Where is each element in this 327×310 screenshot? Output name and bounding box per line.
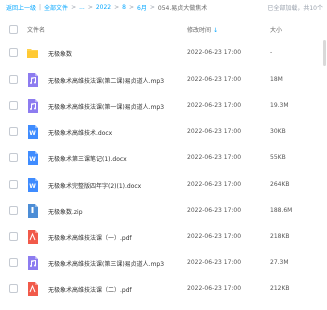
file-modified: 2022-06-23 17:00 [187,207,242,214]
file-row[interactable]: 无极象术高维技法课（一）.pdf 2022-06-23 17:00 218KB [0,224,327,250]
breadcrumb-separator: > [71,4,77,11]
file-modified: 2022-06-23 17:00 [187,285,242,292]
svg-text:W: W [29,156,36,163]
breadcrumb-june[interactable]: 6月 [137,3,147,12]
file-modified: 2022-06-23 17:00 [187,154,242,161]
file-size: 188.6M [270,207,293,214]
file-modified: 2022-06-23 17:00 [187,259,242,266]
word-icon: W [27,177,38,192]
file-modified: 2022-06-23 17:00 [187,76,242,83]
loaded-status: 已全部加载，共10个 [267,5,323,12]
breadcrumb-ellipsis[interactable]: ... [79,4,85,11]
sort-down-icon[interactable]: ↓ [213,27,218,34]
audio-icon [27,72,38,87]
row-checkbox[interactable] [9,180,18,189]
row-checkbox[interactable] [9,284,18,293]
file-size: 19.3M [270,102,289,109]
file-row[interactable]: 无极象术高维技法课（二）.pdf 2022-06-23 17:00 212KB [0,276,327,302]
file-size: 27.3M [270,259,289,266]
file-modified: 2022-06-23 17:00 [187,49,242,56]
file-name[interactable]: 无极象术完整版四年字(2)(1).docx [48,181,141,190]
breadcrumb-all-files[interactable]: 全部文件 [44,3,68,12]
file-size: 264KB [270,181,290,188]
file-list-header: 文件名 修改时间 ↓ 大小 [0,18,327,38]
svg-text:W: W [29,183,36,190]
word-icon: W [27,124,38,139]
breadcrumb-separator: > [114,4,120,11]
back-link[interactable]: 返回上一级 [6,3,36,12]
pdf-icon [27,281,38,296]
file-name[interactable]: 无极象术高维技法课(第三课)易贞道人.mp3 [48,259,164,268]
pdf-icon [27,229,38,244]
word-icon: W [27,150,38,165]
file-row[interactable]: W 无极象术第三课笔记(1).docx 2022-06-23 17:00 55KB [0,145,327,171]
breadcrumb-separator: > [149,4,155,11]
file-row[interactable]: 无极象术高维技法课(第三课)易贞道人.mp3 2022-06-23 17:00 27… [0,250,327,276]
svg-text:W: W [29,130,36,137]
row-checkbox[interactable] [9,206,18,215]
file-size: - [270,49,273,56]
file-row[interactable]: W 无极象术完整版四年字(2)(1).docx 2022-06-23 17:00 26… [0,172,327,198]
file-modified: 2022-06-23 17:00 [187,102,242,109]
file-name[interactable]: 无极象数.zip [48,207,83,216]
file-size: 212KB [270,285,290,292]
breadcrumb: 返回上一级 | 全部文件 > ... > 2022 > 8 > 6月 > 054… [6,3,207,12]
file-name[interactable]: 无极象术高维技法课(第一课)易贞道人.mp3 [48,102,164,111]
audio-icon [27,255,38,270]
file-row[interactable]: 无极象术高维技法课(第二课)易贞道人.mp3 2022-06-23 17:00 18… [0,67,327,93]
row-checkbox[interactable] [9,127,18,136]
row-checkbox[interactable] [9,48,18,57]
row-checkbox[interactable] [9,101,18,110]
file-name[interactable]: 无极象术高维技术.docx [48,128,112,137]
file-name[interactable]: 无极象术第三课笔记(1).docx [48,154,127,163]
file-size: 218KB [270,233,290,240]
file-modified: 2022-06-23 17:00 [187,181,242,188]
row-checkbox[interactable] [9,75,18,84]
file-size: 30KB [270,128,286,135]
audio-icon [27,98,38,113]
file-name[interactable]: 无极象术高维技法课(第二课)易贞道人.mp3 [48,76,164,85]
column-modified-header[interactable]: 修改时间 ↓ [187,25,218,34]
file-modified: 2022-06-23 17:00 [187,233,242,240]
file-modified: 2022-06-23 17:00 [187,128,242,135]
file-row[interactable]: 无极象数 2022-06-23 17:00 - [0,40,327,66]
file-name[interactable]: 无极象术高维技法课（一）.pdf [48,233,132,242]
file-name[interactable]: 无极象数 [48,49,72,58]
file-row[interactable]: W 无极象术高维技术.docx 2022-06-23 17:00 30KB [0,119,327,145]
file-size: 55KB [270,154,286,161]
file-name[interactable]: 无极象术高维技法课（二）.pdf [48,285,132,294]
select-all-checkbox[interactable] [9,25,18,34]
breadcrumb-2022[interactable]: 2022 [96,4,111,11]
zip-icon [27,203,38,218]
row-checkbox[interactable] [9,153,18,162]
file-size: 18M [270,76,283,83]
column-modified-label: 修改时间 [187,27,212,34]
breadcrumb-separator: > [87,4,93,11]
column-size-header[interactable]: 大小 [270,25,282,34]
breadcrumb-separator: > [129,4,135,11]
column-name-header[interactable]: 文件名 [27,25,45,34]
breadcrumb-current-folder: 054.易贞大做焦术 [157,5,208,12]
breadcrumb-bar: 返回上一级 | 全部文件 > ... > 2022 > 8 > 6月 > 054… [0,0,327,16]
folder-icon [27,45,38,59]
file-row[interactable]: 无极象数.zip 2022-06-23 17:00 188.6M [0,198,327,224]
breadcrumb-separator: | [39,4,42,11]
file-row[interactable]: 无极象术高维技法课(第一课)易贞道人.mp3 2022-06-23 17:00 19… [0,93,327,119]
breadcrumb-8[interactable]: 8 [122,4,126,11]
row-checkbox[interactable] [9,232,18,241]
row-checkbox[interactable] [9,258,18,267]
scrollbar-thumb[interactable] [323,40,326,66]
